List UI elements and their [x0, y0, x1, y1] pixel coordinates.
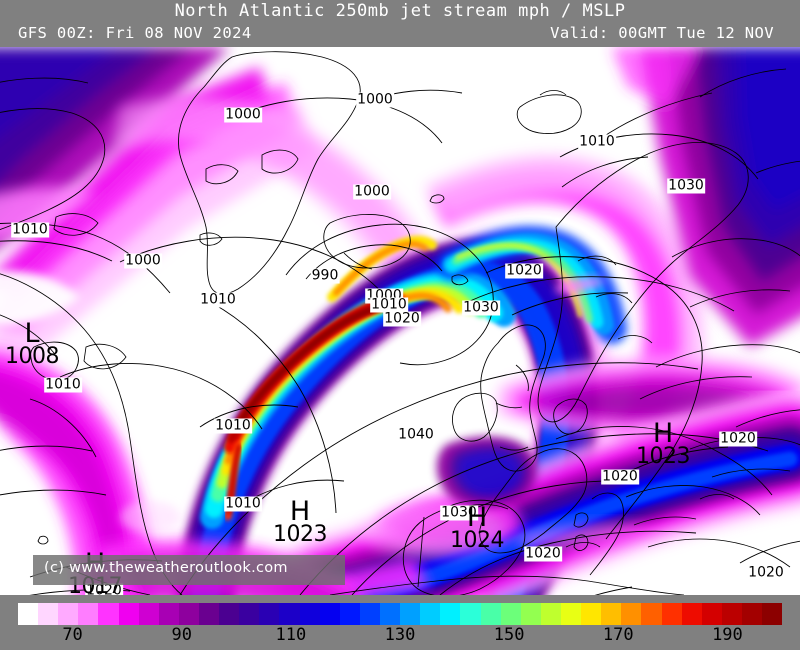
watermark: (c) www.theweatheroutlook.com [33, 555, 345, 585]
isobar-label: 1000 [124, 252, 162, 269]
colorbar-swatch [560, 603, 582, 625]
colorbar-swatch [581, 603, 602, 625]
isobar-label: 1020 [719, 430, 757, 447]
colorbar-swatch [299, 603, 320, 625]
pressure-centre-l: L 1008 [2, 318, 62, 369]
colorbar-swatch [762, 603, 783, 625]
colorbar-swatch [158, 603, 179, 625]
colorbar-swatch [118, 603, 139, 625]
isobar-label: 1010 [214, 417, 252, 434]
colorbar-swatch [661, 603, 682, 625]
watermark-text: (c) www.theweatheroutlook.com [44, 560, 288, 576]
model-run-label: GFS 00Z: Fri 08 NOV 2024 [18, 24, 252, 42]
pressure-centre-value: 1008 [5, 344, 60, 369]
colorbar-swatch [138, 603, 159, 625]
colorbar-swatch [98, 603, 119, 625]
colorbar-swatch [520, 603, 541, 625]
colorbar-swatch [701, 603, 722, 625]
colorbar-swatch [359, 603, 380, 625]
colorbar-swatch [319, 603, 340, 625]
isobar-label: 990 [310, 267, 340, 284]
colorbar-swatch [601, 603, 622, 625]
isobar-label: 1010 [11, 221, 49, 238]
colorbar-swatch [379, 603, 401, 625]
colorbar-swatch [621, 603, 642, 625]
colorbar-ticks: 70 90 110 130 150 170 190 [0, 625, 800, 650]
colorbar-swatch [18, 603, 39, 625]
isobar-label: 1020 [505, 262, 543, 279]
colorbar-swatch [279, 603, 300, 625]
colorbar-tick-label: 130 [384, 625, 416, 645]
page-title: North Atlantic 250mb jet stream mph / MS… [174, 1, 626, 21]
colorbar-swatch [500, 603, 521, 625]
pressure-centre-glyph: H [466, 502, 488, 533]
map-canvas[interactable]: 1010 1000 1010 1010 1010 1010 1020 1000 1000 1000… [0, 47, 800, 595]
isobar-label: 1020 [601, 468, 639, 485]
colorbar-swatch [681, 603, 702, 625]
colorbar-swatch [198, 603, 220, 625]
pressure-centre-glyph: H [652, 418, 674, 449]
pressure-centre-h: H 1023 [270, 496, 330, 547]
valid-time-label: Valid: 00GMT Tue 12 NOV [550, 24, 774, 42]
pressure-centre-value: 1023 [273, 522, 328, 547]
colorbar[interactable] [18, 603, 783, 625]
colorbar-tick-label: 190 [712, 625, 743, 645]
colorbar-swatch [400, 603, 421, 625]
colorbar-swatch [420, 603, 441, 625]
pressure-centre-h: H 1023 [633, 418, 693, 469]
isobar-label: 1040 [397, 426, 435, 443]
colorbar-tick-label: 150 [493, 625, 525, 645]
colorbar-swatch [741, 603, 763, 625]
isobar-label: 1030 [667, 177, 705, 194]
colorbar-swatch [460, 603, 481, 625]
pressure-centre-glyph: H [289, 496, 311, 527]
weather-map-page: 1010 1000 1010 1010 1010 1010 1020 1000 1000 1000… [0, 0, 800, 650]
isobar-label: 1000 [353, 183, 391, 200]
colorbar-panel: 70 90 110 130 150 170 190 [0, 595, 800, 650]
isobar-label: 1010 [44, 376, 82, 393]
colorbar-swatch [480, 603, 501, 625]
pressure-centre-value: 1024 [450, 528, 505, 553]
colorbar-tick-label: 110 [275, 625, 307, 645]
colorbar-swatch [38, 603, 59, 625]
isobar-label: 1020 [524, 545, 562, 562]
colorbar-swatch [339, 603, 360, 625]
colorbar-tick-label: 170 [602, 625, 634, 645]
colorbar-swatch [239, 603, 260, 625]
pressure-centre-h: H 1024 [447, 502, 507, 553]
colorbar-swatch [259, 603, 280, 625]
colorbar-swatch [78, 603, 99, 625]
isobar-label: 1010 [578, 133, 616, 150]
header-bar: North Atlantic 250mb jet stream mph / MS… [0, 0, 800, 47]
colorbar-tick-label: 90 [171, 625, 192, 645]
isobar-label: 1010 [224, 495, 262, 512]
colorbar-swatch [440, 603, 461, 625]
isobar-label: 1010 [199, 291, 237, 308]
colorbar-swatch [641, 603, 662, 625]
colorbar-swatch [721, 603, 742, 625]
colorbar-swatch [219, 603, 240, 625]
isobar-labels: 1010 1000 1010 1010 1010 1010 1020 1000 1000 1000… [0, 47, 800, 595]
pressure-centre-glyph: L [24, 318, 40, 349]
pressure-centre-value: 1023 [636, 444, 691, 469]
colorbar-tick-label: 70 [62, 625, 83, 645]
colorbar-swatch [178, 603, 199, 625]
isobar-label: 1020 [747, 564, 785, 581]
colorbar-swatch [58, 603, 79, 625]
isobar-label: 1020 [383, 310, 421, 327]
isobar-label: 1030 [462, 299, 500, 316]
isobar-label: 1000 [224, 106, 262, 123]
colorbar-swatch [540, 603, 561, 625]
isobar-label: 1000 [356, 91, 394, 108]
